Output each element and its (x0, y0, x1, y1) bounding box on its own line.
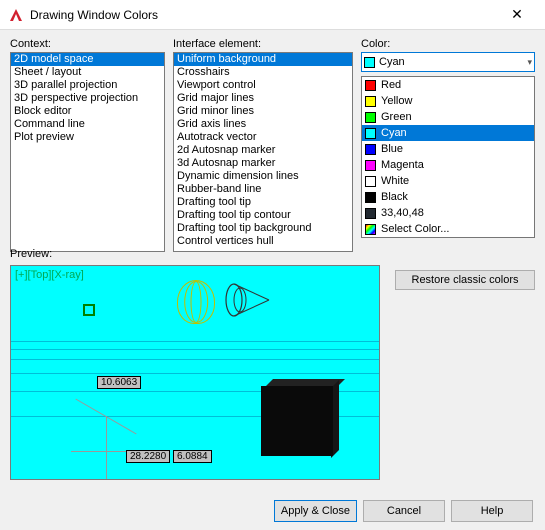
restore-classic-button[interactable]: Restore classic colors (395, 270, 535, 290)
combo-selected-text: Cyan (379, 56, 405, 68)
restore-row: Restore classic colors (361, 270, 535, 290)
wireframe-cone-icon (225, 283, 271, 318)
content-area: Context: 2D model spaceSheet / layout3D … (0, 30, 545, 290)
color-option[interactable]: Magenta (362, 157, 534, 173)
interface-item[interactable]: Autotrack vector (174, 131, 352, 144)
tooltip-coord-1: 10.6063 (97, 376, 141, 389)
interface-item[interactable]: Drafting tool tip contour (174, 209, 352, 222)
interface-column: Interface element: Uniform backgroundCro… (173, 38, 353, 290)
color-option-label: Yellow (381, 94, 412, 108)
context-item[interactable]: Sheet / layout (11, 66, 164, 79)
interface-item[interactable]: Grid major lines (174, 92, 352, 105)
context-label: Context: (10, 38, 165, 50)
tooltip-coord-2: 28.2280 (126, 450, 170, 463)
interface-item[interactable]: Viewport control (174, 79, 352, 92)
interface-item[interactable]: Dynamic dimension lines (174, 170, 352, 183)
color-swatch-icon (365, 208, 376, 219)
color-option-label: Select Color... (381, 222, 449, 236)
color-option-label: Black (381, 190, 408, 204)
interface-item[interactable]: Grid axis lines (174, 118, 352, 131)
color-option-label: White (381, 174, 409, 188)
color-option-label: Cyan (381, 126, 407, 140)
color-swatch-icon (365, 192, 376, 203)
context-item[interactable]: Plot preview (11, 131, 164, 144)
app-logo-icon (8, 7, 24, 23)
interface-item[interactable]: Drafting tool tip background (174, 222, 352, 235)
interface-item[interactable]: Crosshairs (174, 66, 352, 79)
color-swatch-icon (365, 96, 376, 107)
color-option-label: 33,40,48 (381, 206, 424, 220)
color-option[interactable]: White (362, 173, 534, 189)
context-item[interactable]: 3D parallel projection (11, 79, 164, 92)
interface-listbox[interactable]: Uniform backgroundCrosshairsViewport con… (173, 52, 353, 252)
color-swatch-icon (365, 176, 376, 187)
context-item[interactable]: Block editor (11, 105, 164, 118)
combo-swatch-icon (364, 57, 375, 68)
preview-cube (261, 386, 333, 456)
interface-item[interactable]: Uniform background (174, 53, 352, 66)
apply-close-button[interactable]: Apply & Close (274, 500, 357, 522)
color-option[interactable]: Cyan (362, 125, 534, 141)
color-option-label: Red (381, 78, 401, 92)
color-dropdown[interactable]: Red Yellow Green Cyan Blue Magenta White Black 3… (361, 76, 535, 238)
color-option[interactable]: Black (362, 189, 534, 205)
color-option[interactable]: Yellow (362, 93, 534, 109)
color-swatch-icon (365, 224, 376, 235)
close-button[interactable]: ✕ (497, 6, 537, 23)
color-option-label: Magenta (381, 158, 424, 172)
interface-item[interactable]: Drafting tool tip (174, 196, 352, 209)
context-item[interactable]: Command line (11, 118, 164, 131)
color-swatch-icon (365, 160, 376, 171)
crosshair-icon (71, 416, 141, 480)
context-item[interactable]: 2D model space (11, 53, 164, 66)
color-swatch-icon (365, 128, 376, 139)
color-label: Color: (361, 38, 535, 50)
cancel-button[interactable]: Cancel (363, 500, 445, 522)
color-option[interactable]: Blue (362, 141, 534, 157)
interface-item[interactable]: Rubber-band line (174, 183, 352, 196)
chevron-down-icon: ▾ (527, 57, 532, 68)
color-column: Color: Cyan ▾ Red Yellow Green Cyan Blue Mage… (361, 38, 535, 290)
autosnap-marker-icon (83, 304, 95, 316)
viewport-control-text: [+][Top][X-ray] (15, 269, 84, 281)
wireframe-bulb-icon (177, 280, 215, 324)
color-option[interactable]: 33,40,48 (362, 205, 534, 221)
color-option-label: Green (381, 110, 412, 124)
interface-item[interactable]: Control vertices hull (174, 235, 352, 248)
titlebar: Drawing Window Colors ✕ (0, 0, 545, 30)
context-listbox[interactable]: 2D model spaceSheet / layout3D parallel … (10, 52, 165, 252)
tooltip-coord-3: 6.0884 (173, 450, 212, 463)
interface-item[interactable]: Grid minor lines (174, 105, 352, 118)
interface-item[interactable]: 2d Autosnap marker (174, 144, 352, 157)
window-title: Drawing Window Colors (30, 8, 497, 22)
color-option[interactable]: Select Color... (362, 221, 534, 237)
footer-buttons: Apply & Close Cancel Help (274, 500, 533, 522)
interface-item[interactable]: 3d Autosnap marker (174, 157, 352, 170)
preview-pane: [+][Top][X-ray] 10.6063 28.2280 6.0884 (10, 265, 380, 480)
preview-label: Preview: (10, 248, 52, 260)
color-option[interactable]: Green (362, 109, 534, 125)
color-option[interactable]: Red (362, 77, 534, 93)
color-combo[interactable]: Cyan ▾ (361, 52, 535, 72)
context-item[interactable]: 3D perspective projection (11, 92, 164, 105)
color-swatch-icon (365, 144, 376, 155)
help-button[interactable]: Help (451, 500, 533, 522)
color-swatch-icon (365, 80, 376, 91)
color-option-label: Blue (381, 142, 403, 156)
interface-label: Interface element: (173, 38, 353, 50)
color-swatch-icon (365, 112, 376, 123)
